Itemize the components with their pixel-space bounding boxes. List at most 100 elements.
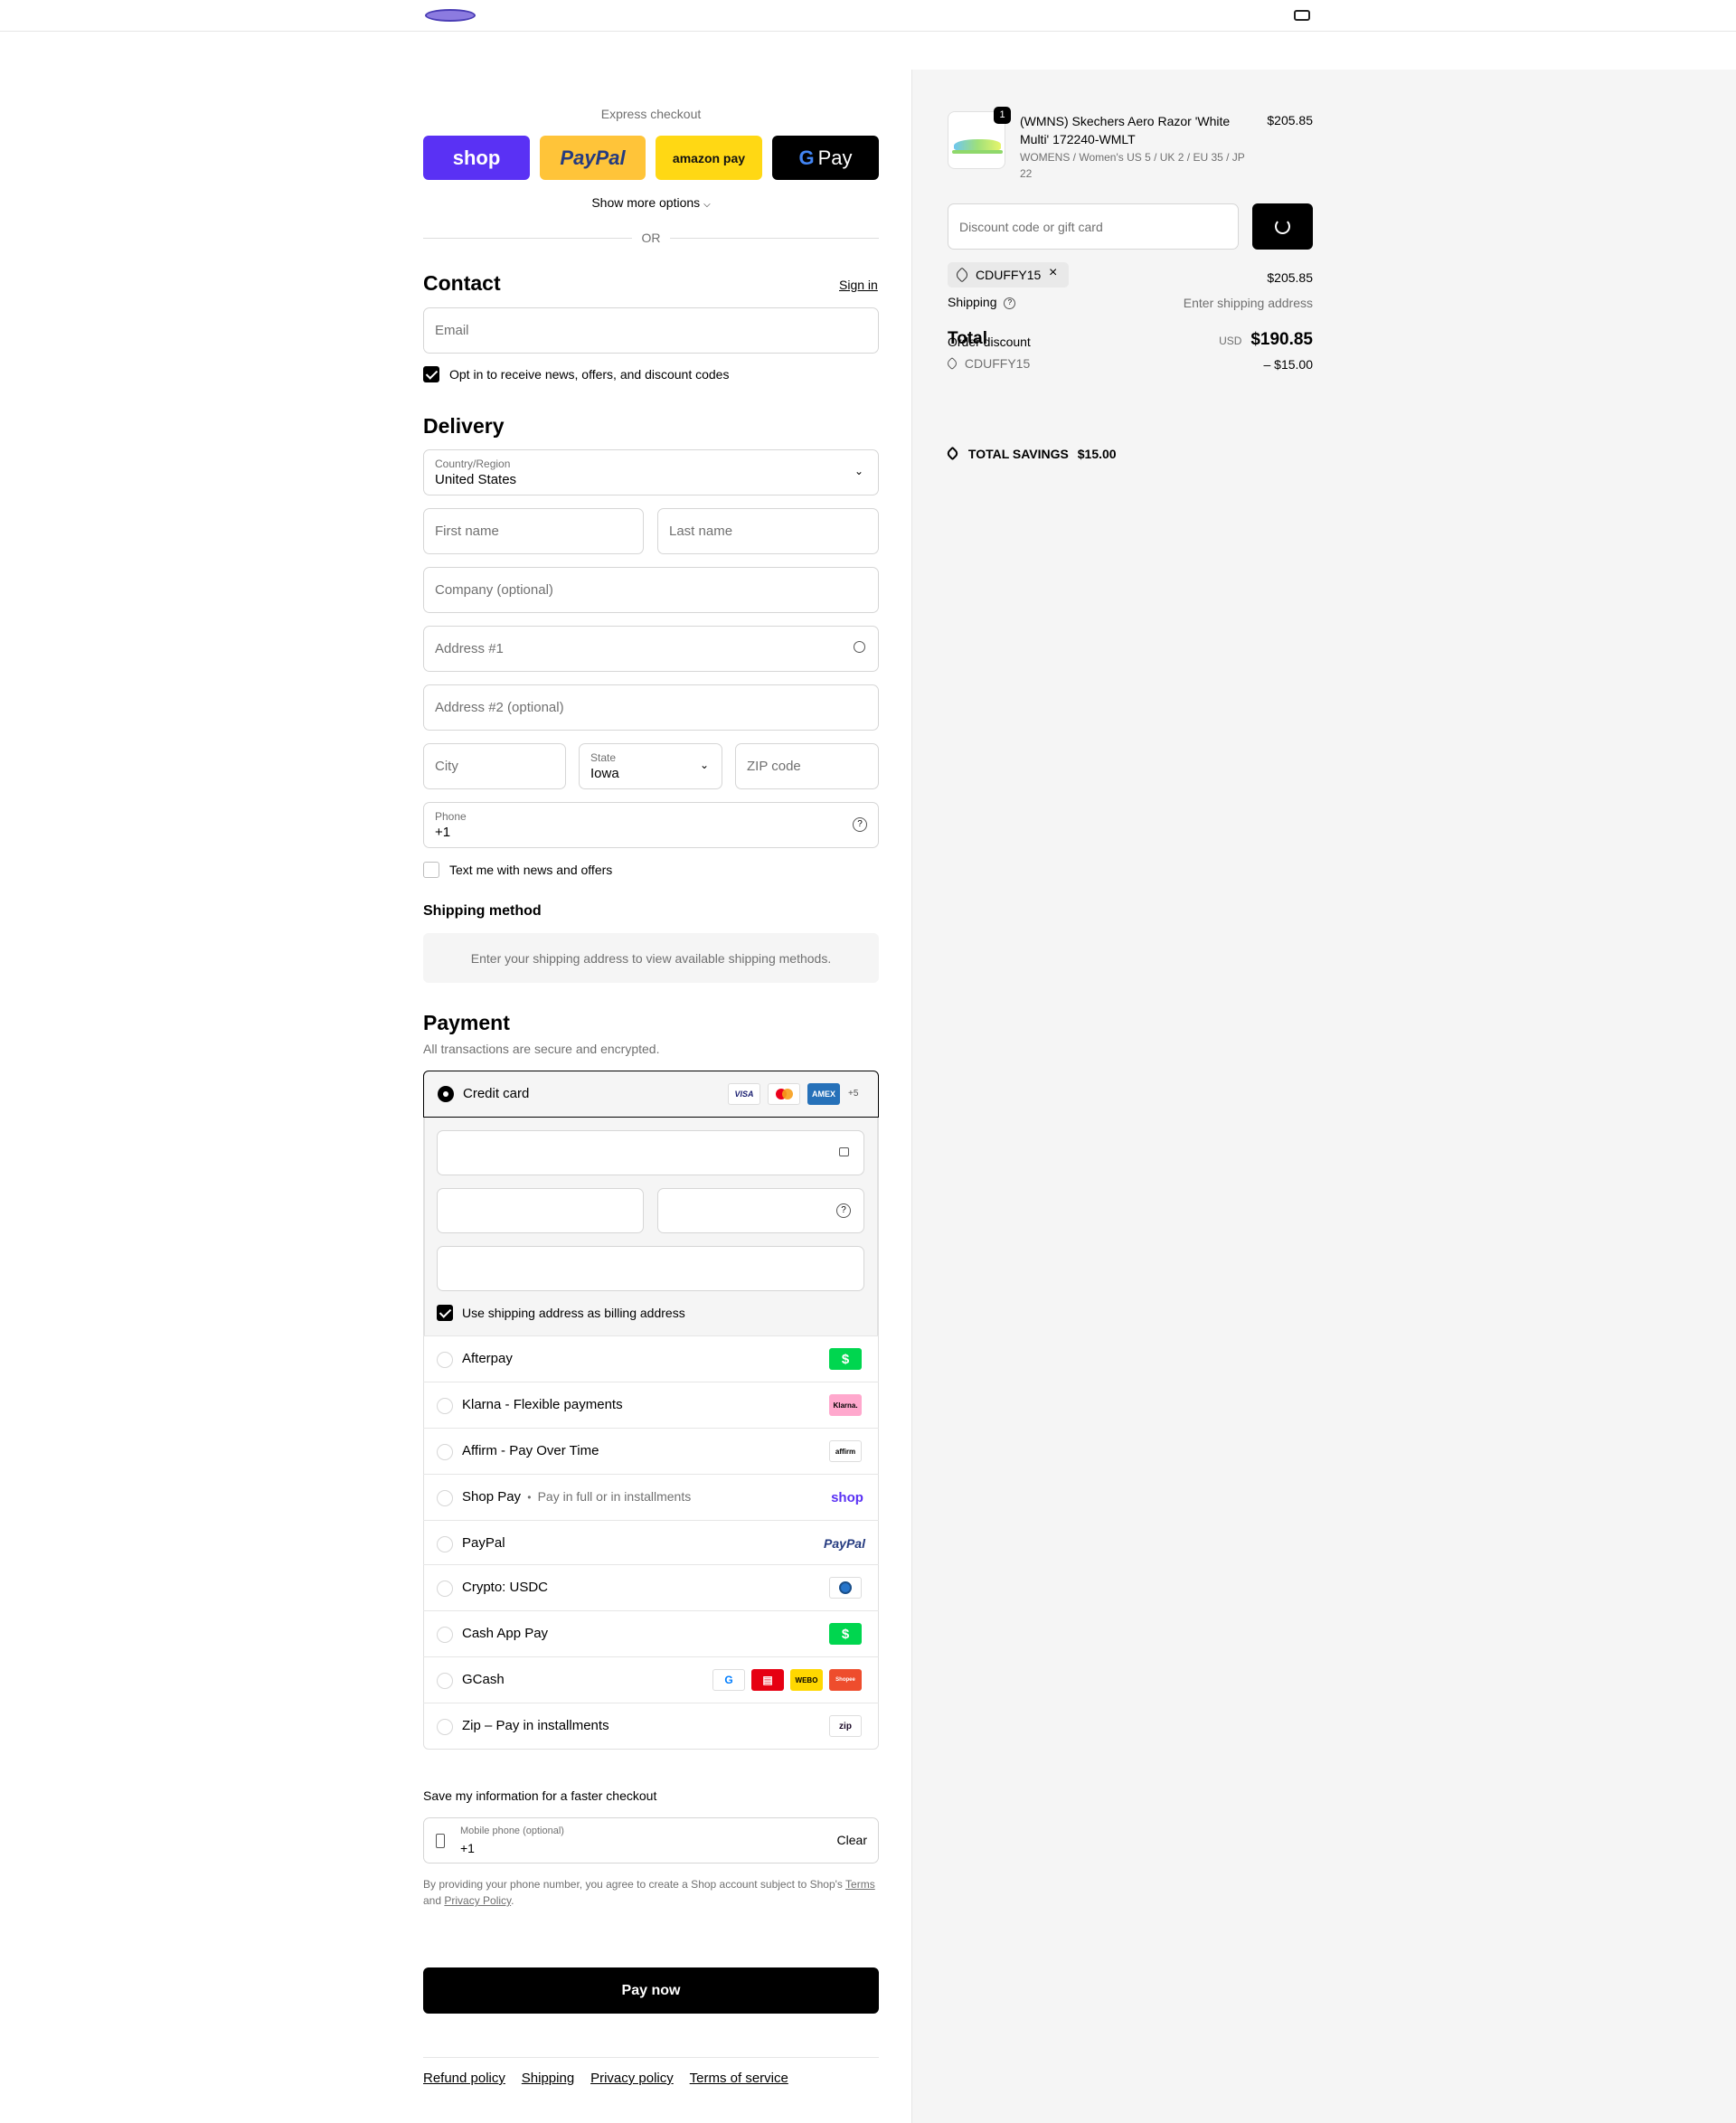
city-field[interactable]: City [423,743,566,789]
shop-privacy-link[interactable]: Privacy Policy [444,1894,511,1907]
product-name: (WMNS) Skechers Aero Razor 'White Multi'… [1020,114,1231,146]
text-me-checkbox[interactable] [423,862,439,878]
afterpay-icon: $ [829,1348,862,1370]
phone-field[interactable]: Phone +1 ? [423,802,879,848]
radio-dot [443,1091,448,1097]
subtotal-value: $205.85 [1267,270,1313,285]
last-name-field[interactable]: Last name [657,508,879,554]
opt-in-checkbox[interactable] [423,366,439,382]
discount-code-row: CDUFFY15 [945,356,1030,371]
crypto-option[interactable]: Crypto: USDC [423,1564,879,1610]
radio-unselected [437,1536,453,1552]
phone-label: Phone [435,810,467,823]
phone-value: +1 [435,825,451,840]
currency-code: USD [1219,335,1242,347]
email-field[interactable]: Email [423,307,879,354]
company-field[interactable]: Company (optional) [423,567,879,613]
afterpay-option[interactable]: Afterpay $ [423,1335,879,1382]
shop-terms-link[interactable]: Terms [845,1878,875,1891]
zip-option[interactable]: Zip – Pay in installments zip [423,1703,879,1749]
amex-text: AMEX [811,1090,835,1099]
affirm-icon: affirm [829,1440,862,1462]
visa-icon: VISA [728,1083,760,1105]
cash-app-icon: $ [829,1623,862,1645]
klarna-icon: Klarna. [829,1394,862,1416]
footer-links: Refund policy Shipping Privacy policy Te… [423,2071,801,2086]
privacy-policy-link[interactable]: Privacy policy [590,2071,674,2086]
state-select[interactable]: State Iowa ⌄ [579,743,722,789]
google-g-icon: G [798,146,815,169]
clear-button[interactable]: Clear [837,1833,867,1847]
remove-discount-icon[interactable]: × [1049,265,1057,281]
show-more-options[interactable]: Show more options ⌵ [423,195,879,210]
shop-pay-button[interactable]: shop [423,136,530,180]
credit-card-option[interactable]: Credit card VISA AMEX +5 [423,1071,879,1118]
shopee-icon: Shopee [829,1669,862,1691]
address1-field[interactable]: Address #1 [423,626,879,672]
or-divider-text: OR [641,231,661,245]
card-number-field[interactable] [437,1130,864,1175]
shop-pay-label: Shop Pay • Pay in full or in installment… [462,1489,691,1505]
phone-legal-text: By providing your phone number, you agre… [423,1876,879,1909]
state-value: Iowa [590,766,619,781]
affirm-option[interactable]: Affirm - Pay Over Time affirm [423,1428,879,1474]
address2-field[interactable]: Address #2 (optional) [423,684,879,731]
search-icon [854,641,865,653]
paypal-button[interactable]: PayPal [540,136,646,180]
total-savings-label: TOTAL SAVINGS [967,447,1069,461]
footer-divider [423,2057,879,2058]
zip-field[interactable]: ZIP code [735,743,879,789]
help-circle-icon[interactable]: ? [853,817,867,832]
quantity-value: 1 [999,109,1005,120]
contact-heading: Contact [423,271,501,295]
shop-pay-option[interactable]: Shop Pay • Pay in full or in installment… [423,1474,879,1520]
help-circle-icon[interactable]: ? [836,1203,851,1218]
total-value: $190.85 [1250,330,1313,349]
radio-unselected [437,1398,453,1414]
paypal-text: PayPal [824,1536,865,1551]
first-name-field[interactable]: First name [423,508,644,554]
bag-icon[interactable] [1294,10,1310,21]
affirm-label: Affirm - Pay Over Time [462,1443,599,1458]
google-pay-button[interactable]: G Pay [772,136,879,180]
brand-logo[interactable] [425,9,476,22]
shipping-link[interactable]: Shipping [522,2071,574,2086]
expiry-field[interactable] [437,1188,644,1233]
discount-value: – $15.00 [1263,357,1314,372]
help-circle-icon[interactable]: ? [1004,297,1016,309]
chevron-down-icon: ⌄ [854,465,863,477]
discount-placeholder: Discount code or gift card [959,220,1103,234]
discount-code-field[interactable]: Discount code or gift card [948,203,1239,250]
applied-discount-tag: CDUFFY15 × [948,262,1069,288]
cash-app-option[interactable]: Cash App Pay $ [423,1610,879,1656]
pay-now-button[interactable]: Pay now [423,1967,879,2014]
zip-icon: zip [829,1715,862,1737]
shipping-method-message: Enter your shipping address to view avai… [470,950,832,966]
sign-in-link[interactable]: Sign in [839,278,878,292]
terms-of-service-link[interactable]: Terms of service [690,2071,788,2086]
zip-label: Zip – Pay in installments [462,1718,609,1733]
use-shipping-checkbox[interactable] [437,1305,453,1321]
radio-unselected [437,1580,453,1597]
shipping-row-label: Shipping ? [948,295,1016,309]
name-on-card-field[interactable] [437,1246,864,1291]
last-name-placeholder: Last name [669,524,733,539]
tag-icon [945,356,959,371]
amazon-pay-label: amazon pay [672,150,746,165]
payment-heading: Payment [423,1011,510,1034]
klarna-option[interactable]: Klarna - Flexible payments Klarna. [423,1382,879,1428]
apply-discount-button[interactable] [1252,203,1313,250]
security-code-field[interactable]: ? [657,1188,864,1233]
country-select[interactable]: Country/Region United States ⌄ [423,449,879,495]
mobile-phone-field[interactable]: Mobile phone (optional) +1 Clear [423,1817,879,1864]
crypto-label: Crypto: USDC [462,1580,549,1595]
gcash-option[interactable]: GCash G ▤ WEBO Shopee [423,1656,879,1703]
amazon-pay-button[interactable]: amazon pay [656,136,762,180]
refund-policy-link[interactable]: Refund policy [423,2071,505,2086]
shop-pay-label: shop [452,146,501,169]
country-label: Country/Region [435,458,511,470]
credit-card-label: Credit card [463,1086,530,1101]
product-quantity-badge: 1 [994,107,1011,124]
paypal-option[interactable]: PayPal PayPal [423,1520,879,1566]
klarna-text: Klarna. [833,1401,858,1410]
